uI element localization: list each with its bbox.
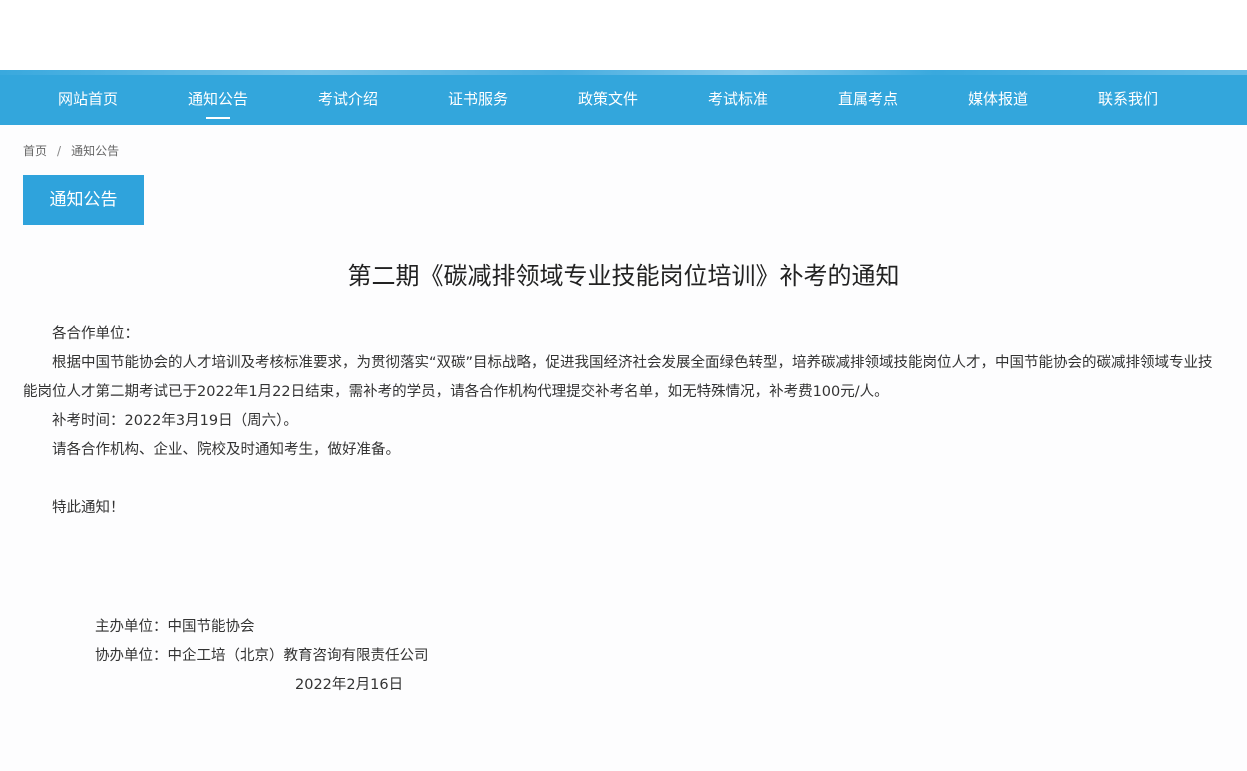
breadcrumb-separator: / [57, 144, 62, 158]
breadcrumb: 首页 / 通知公告 [23, 142, 119, 159]
nav-item-test-centers[interactable]: 直属考点 [808, 70, 928, 125]
nav-item-media[interactable]: 媒体报道 [938, 70, 1058, 125]
article-paragraph-1: 根据中国节能协会的人才培训及考核标准要求，为贯彻落实“双碳”目标战略，促进我国经… [23, 355, 1213, 400]
main-nav: 网站首页 通知公告 考试介绍 证书服务 政策文件 考试标准 直属考点 媒体报道 … [0, 70, 1247, 125]
nav-item-certificate[interactable]: 证书服务 [418, 70, 538, 125]
breadcrumb-current[interactable]: 通知公告 [71, 144, 119, 158]
nav-active-indicator [206, 117, 230, 119]
nav-item-exam-intro[interactable]: 考试介绍 [288, 70, 408, 125]
nav-item-standards[interactable]: 考试标准 [678, 70, 798, 125]
nav-item-contact[interactable]: 联系我们 [1068, 70, 1188, 125]
section-tab-notices[interactable]: 通知公告 [23, 175, 144, 225]
article-salutation: 各合作单位： [52, 326, 139, 342]
organizer: 主办单位：中国节能协会 [95, 619, 255, 635]
breadcrumb-home-link[interactable]: 首页 [23, 144, 47, 158]
article-date: 2022年2月16日 [295, 677, 404, 693]
article-closing: 特此通知！ [52, 500, 125, 516]
nav-item-home[interactable]: 网站首页 [28, 70, 148, 125]
article-paragraph-3: 请各合作机构、企业、院校及时通知考生，做好准备。 [52, 442, 400, 458]
top-blank-area [0, 0, 1247, 70]
article-paragraph-2: 补考时间：2022年3月19日（周六）。 [52, 413, 298, 429]
nav-item-notices[interactable]: 通知公告 [158, 70, 278, 125]
page: 网站首页 通知公告 考试介绍 证书服务 政策文件 考试标准 直属考点 媒体报道 … [0, 0, 1247, 771]
nav-item-policy[interactable]: 政策文件 [548, 70, 668, 125]
co-organizer: 协办单位：中企工培（北京）教育咨询有限责任公司 [95, 648, 429, 664]
article-title: 第二期《碳减排领域专业技能岗位培训》补考的通知 [347, 262, 900, 290]
